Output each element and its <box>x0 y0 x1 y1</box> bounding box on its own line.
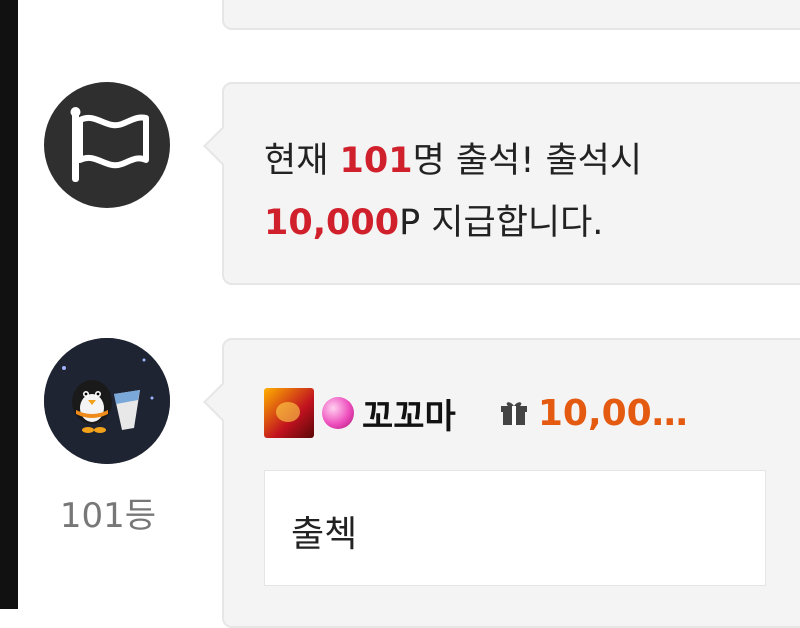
left-edge-bar <box>0 0 18 609</box>
notice-mid: 명 출석! 출석시 <box>412 141 643 181</box>
level-icon <box>264 388 314 438</box>
notice-suffix: P 지급합니다. <box>399 203 604 243</box>
attendance-notice-text: 현재 101명 출석! 출석시 10,000P 지급합니다. <box>264 130 642 254</box>
flag-icon <box>70 107 149 182</box>
attendance-notice-bubble: 현재 101명 출석! 출석시 10,000P 지급합니다. <box>203 82 800 285</box>
bubble-tail <box>203 126 243 166</box>
gem-icon <box>322 397 354 429</box>
gift-icon <box>500 399 528 427</box>
reward-points: 10,00… <box>537 392 688 434</box>
comment-message-box: 출첵 <box>264 470 766 586</box>
user-avatar[interactable] <box>44 338 170 464</box>
attendance-count: 101 <box>339 141 413 181</box>
bubble-tail <box>203 382 243 422</box>
previous-message-bubble <box>222 0 800 30</box>
user-comment-bubble: 꼬꼬마 10,00… 출첵 <box>203 338 800 628</box>
comment-message-text: 출첵 <box>291 514 358 555</box>
notice-avatar <box>44 82 170 208</box>
username[interactable]: 꼬꼬마 <box>362 389 456 438</box>
attendance-points: 10,000 <box>264 203 400 243</box>
notice-prefix: 현재 <box>264 141 340 181</box>
rank-label: 101등 <box>59 496 157 536</box>
user-info-row: 꼬꼬마 10,00… <box>264 388 688 438</box>
penguin-avatar-image <box>44 338 170 464</box>
